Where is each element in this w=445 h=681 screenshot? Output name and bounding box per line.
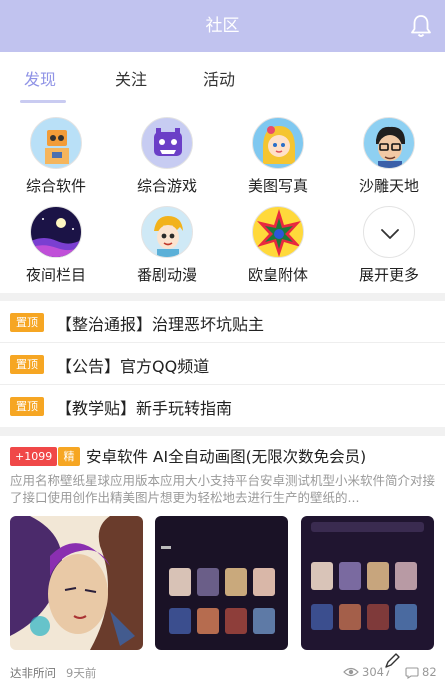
expand-more-button[interactable]: 展开更多 [339,206,439,285]
post-author[interactable]: 达非所问 [10,665,56,681]
post-title[interactable]: 安卓软件 AI全自动画图(无限次数免会员) [86,445,366,467]
featured-badge: 精 [58,447,80,466]
post-card[interactable]: +1099 精 安卓软件 AI全自动画图(无限次数免会员) 应用名称壁纸星球应用… [0,436,445,681]
category-photos[interactable]: 美图写真 [228,117,328,196]
category-label: 番剧动漫 [136,266,197,284]
category-grid: 综合软件 综合游戏 美图写真 沙雕天地 夜间栏目 番剧动漫 欧皇附体 展开更多 [0,108,445,293]
pinned-title: 【教学贴】新手玩转指南 [56,399,233,418]
category-funny[interactable]: 沙雕天地 [339,117,439,196]
page-title: 社区 [205,16,240,36]
active-tab-indicator [20,100,66,103]
pinned-post[interactable]: 置顶 【公告】官方QQ频道 [0,343,445,385]
category-label: 夜间栏目 [25,266,86,284]
post-image-app-screen-2[interactable] [301,516,434,650]
category-label: 沙雕天地 [358,177,419,195]
post-description: 应用名称壁纸星球应用版本应用大小支持平台安卓测试机型小米软件简介对接了接口使用创… [10,473,436,505]
section-divider [0,427,445,436]
comment-count: 82 [422,665,437,679]
category-label: 综合游戏 [136,177,197,195]
pinned-post[interactable]: 置顶 【整治通报】治理恶坏坑贴主 [0,301,445,343]
pinned-title: 【公告】官方QQ频道 [56,357,210,376]
category-label: 展开更多 [358,266,419,284]
edit-pencil-icon[interactable] [381,650,403,672]
anime-character-icon [141,206,193,258]
pinned-badge: 置顶 [10,313,44,332]
tab-discover[interactable]: 发现 [24,66,56,90]
robot-avatar-icon [30,117,82,169]
star-burst-icon [252,206,304,258]
tab-bar: 发现 关注 活动 [0,52,445,108]
category-anime[interactable]: 番剧动漫 [117,206,217,285]
pinned-badge: 置顶 [10,397,44,416]
category-night[interactable]: 夜间栏目 [6,206,106,285]
category-label: 综合软件 [25,177,86,195]
reward-badge: +1099 [10,447,58,466]
pinned-post[interactable]: 置顶 【教学贴】新手玩转指南 [0,385,445,427]
game-monster-icon [141,117,193,169]
post-image-artwork[interactable] [10,516,143,650]
tab-follow[interactable]: 关注 [115,66,147,90]
pinned-badge: 置顶 [10,355,44,374]
pinned-title: 【整治通报】治理恶坏坑贴主 [56,315,265,334]
section-divider [0,293,445,301]
eye-icon [343,667,359,677]
glasses-man-icon [363,117,415,169]
category-label: 美图写真 [247,177,308,195]
category-games[interactable]: 综合游戏 [117,117,217,196]
category-label: 欧皇附体 [247,266,308,284]
category-lucky[interactable]: 欧皇附体 [228,206,328,285]
category-software[interactable]: 综合软件 [6,117,106,196]
app-header: 社区 [0,0,445,52]
girl-avatar-icon [252,117,304,169]
tab-activity[interactable]: 活动 [203,66,235,90]
moon-night-icon [30,206,82,258]
post-time: 9天前 [66,666,97,680]
bell-icon[interactable] [409,13,433,39]
comment-icon[interactable] [405,666,419,679]
post-image-app-screen-1[interactable] [155,516,288,650]
chevron-down-icon [363,206,415,258]
